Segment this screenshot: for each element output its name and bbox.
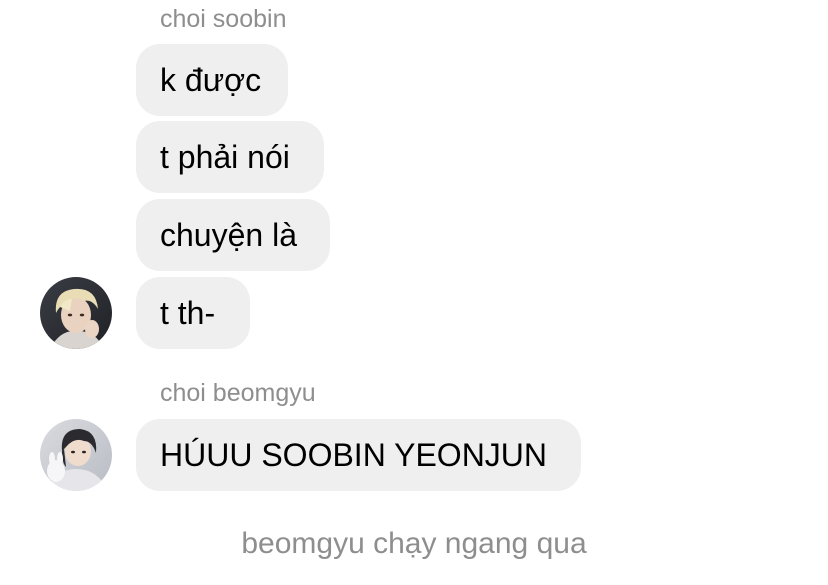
profile-photo-blonde-icon: [40, 277, 112, 349]
message-bubble[interactable]: chuyện là: [136, 199, 330, 271]
avatar-soobin[interactable]: [40, 277, 112, 349]
narration-text: beomgyu chạy ngang qua: [241, 527, 587, 560]
message-text: t th-: [160, 294, 216, 331]
message-text: chuyện là: [160, 216, 297, 253]
sender-name-soobin: choi soobin: [160, 5, 287, 33]
profile-photo-dark-hair-icon: [40, 419, 112, 491]
message-text: HÚUU SOOBIN YEONJUN: [160, 436, 548, 473]
message-bubble[interactable]: HÚUU SOOBIN YEONJUN: [136, 419, 581, 491]
message-bubble[interactable]: t phải nói: [136, 121, 324, 193]
sender-name-beomgyu: choi beomgyu: [160, 379, 316, 407]
chat-thread: choi soobin k được t phải nói chuyện là …: [0, 0, 828, 585]
message-bubble[interactable]: t th-: [136, 277, 250, 349]
message-text: t phải nói: [160, 138, 290, 175]
message-bubble[interactable]: k được: [136, 44, 288, 116]
avatar-beomgyu[interactable]: [40, 419, 112, 491]
message-text: k được: [160, 61, 262, 98]
